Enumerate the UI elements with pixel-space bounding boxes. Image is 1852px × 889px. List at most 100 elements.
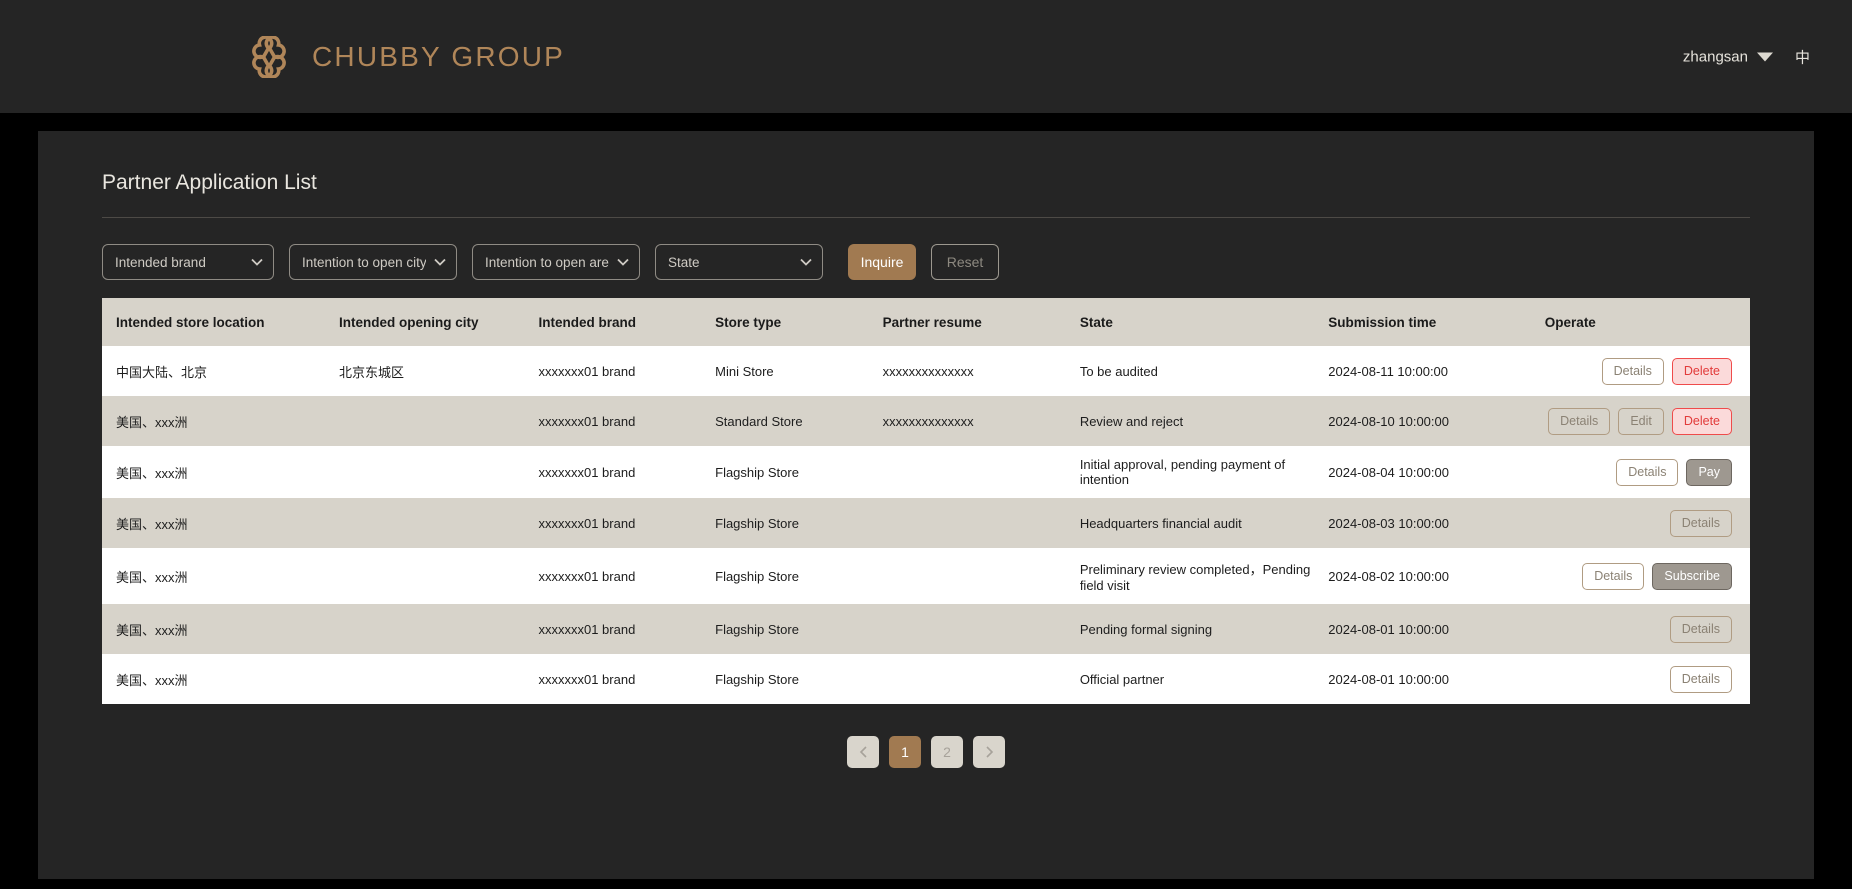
state-cell: Pending formal signing: [1079, 621, 1213, 637]
user-menu[interactable]: zhangsan: [1683, 48, 1773, 65]
top-navigation-bar: CHUBBY GROUP zhangsan 中: [0, 0, 1852, 113]
pagination-page-2[interactable]: 2: [931, 736, 963, 768]
column-header-submitted: Submission time: [1328, 298, 1545, 346]
filter-area-wrapper: Intention to open area: [472, 244, 640, 280]
filter-brand-wrapper: Intended brand: [102, 244, 274, 280]
edit-button[interactable]: Edit: [1618, 407, 1664, 435]
resume-cell: [883, 548, 1080, 604]
details-button[interactable]: Details: [1669, 509, 1732, 537]
brand-cell: xxxxxxx01 brand: [538, 464, 636, 480]
filter-area-select[interactable]: Intention to open area: [472, 244, 640, 280]
city-cell: [339, 604, 538, 654]
subscribe-button[interactable]: Subscribe: [1652, 562, 1732, 590]
city-cell: 北京东城区: [339, 364, 405, 380]
store-type-cell: Flagship Store: [715, 621, 799, 637]
resume-cell: [883, 654, 1080, 704]
location-cell: 中国大陆、北京: [116, 364, 208, 380]
inquire-button[interactable]: Inquire: [848, 244, 916, 280]
brand-logo-group[interactable]: CHUBBY GROUP: [248, 34, 566, 79]
city-cell: [339, 446, 538, 498]
details-button[interactable]: Details: [1582, 562, 1645, 590]
table-row: 美国、xxx洲 xxxxxxx01 brand Flagship Store Head…: [102, 498, 1750, 548]
chevron-right-icon: [985, 746, 993, 758]
details-button[interactable]: Details: [1601, 357, 1664, 385]
operate-cell: Details: [1545, 604, 1750, 654]
store-type-cell: Flagship Store: [715, 464, 799, 480]
partner-application-table: Intended store location Intended opening…: [102, 298, 1750, 704]
filter-brand-select[interactable]: Intended brand: [102, 244, 274, 280]
brand-cell: xxxxxxx01 brand: [538, 413, 636, 429]
action-button-group: Details Edit Delete: [1545, 407, 1742, 435]
details-button[interactable]: Details: [1669, 615, 1732, 643]
brand-cell: xxxxxxx01 brand: [538, 621, 636, 637]
language-toggle[interactable]: 中: [1795, 46, 1810, 67]
state-cell: Review and reject: [1079, 413, 1184, 429]
state-cell: Headquarters financial audit: [1079, 515, 1242, 531]
resume-cell: [883, 498, 1080, 548]
store-type-cell: Flagship Store: [715, 568, 799, 584]
table-row: 美国、xxx洲 xxxxxxx01 brand Flagship Store Prel…: [102, 548, 1750, 604]
delete-button[interactable]: Delete: [1671, 357, 1732, 385]
action-button-group: Details Delete: [1545, 357, 1742, 385]
table-body: 中国大陆、北京 北京东城区 xxxxxxx01 brand Mini Store xxx…: [102, 346, 1750, 704]
column-header-city: Intended opening city: [339, 298, 539, 346]
brand-cell: xxxxxxx01 brand: [538, 515, 636, 531]
column-header-operate: Operate: [1544, 298, 1750, 346]
resume-cell: xxxxxxxxxxxxxx: [882, 363, 974, 379]
city-cell: [339, 548, 538, 604]
operate-cell: Details Pay: [1545, 446, 1750, 498]
details-button[interactable]: Details: [1616, 458, 1679, 486]
page-background: Partner Application List Intended brand …: [0, 113, 1852, 889]
pagination: 12: [102, 736, 1750, 768]
filter-toolbar: Intended brand Intention to open city In…: [102, 244, 1750, 280]
action-button-group: Details Pay: [1545, 458, 1742, 486]
resume-cell: [883, 604, 1080, 654]
resume-cell: [883, 446, 1080, 498]
reset-button[interactable]: Reset: [931, 244, 999, 280]
table-row: 中国大陆、北京 北京东城区 xxxxxxx01 brand Mini Store xxx…: [102, 346, 1750, 396]
brand-name: CHUBBY GROUP: [312, 40, 566, 72]
details-button[interactable]: Details: [1548, 407, 1611, 435]
chevron-down-icon: [1756, 52, 1773, 61]
filter-city-select[interactable]: Intention to open city: [289, 244, 457, 280]
table-header: Intended store location Intended opening…: [102, 298, 1750, 346]
pagination-page-1[interactable]: 1: [889, 736, 921, 768]
operate-cell: Details Edit Delete: [1545, 396, 1750, 446]
location-cell: 美国、xxx洲: [116, 465, 188, 481]
submitted-cell: 2024-08-04 10:00:00: [1328, 464, 1449, 480]
column-header-location: Intended store location: [102, 298, 340, 346]
store-type-cell: Standard Store: [715, 413, 803, 429]
location-cell: 美国、xxx洲: [116, 622, 188, 638]
submitted-cell: 2024-08-10 10:00:00: [1328, 413, 1449, 429]
location-cell: 美国、xxx洲: [116, 569, 188, 585]
submitted-cell: 2024-08-01 10:00:00: [1328, 671, 1449, 687]
page-title: Partner Application List: [102, 171, 317, 194]
brand-cell: xxxxxxx01 brand: [538, 568, 636, 584]
submitted-cell: 2024-08-02 10:00:00: [1328, 568, 1449, 584]
pay-button[interactable]: Pay: [1686, 458, 1732, 486]
filter-state-select[interactable]: State: [655, 244, 823, 280]
location-cell: 美国、xxx洲: [116, 672, 188, 688]
submitted-cell: 2024-08-11 10:00:00: [1328, 363, 1449, 379]
delete-button[interactable]: Delete: [1671, 407, 1732, 435]
column-header-resume: Partner resume: [882, 298, 1080, 346]
pagination-next-button[interactable]: [973, 736, 1005, 768]
state-cell: Preliminary review completed，Pending fie…: [1079, 562, 1311, 593]
filter-state-wrapper: State: [655, 244, 823, 280]
action-button-group: Details Subscribe: [1545, 562, 1742, 590]
username-label: zhangsan: [1682, 48, 1748, 65]
title-divider: [102, 217, 1750, 218]
brand-cell: xxxxxxx01 brand: [538, 363, 636, 379]
state-cell: Initial approval, pending payment of int…: [1079, 457, 1286, 487]
table-header-row: Intended store location Intended opening…: [102, 298, 1750, 346]
city-cell: [339, 654, 538, 704]
resume-cell: xxxxxxxxxxxxxx: [882, 413, 974, 429]
column-header-brand: Intended brand: [538, 298, 716, 346]
table-row: 美国、xxx洲 xxxxxxx01 brand Flagship Store Offi…: [102, 654, 1750, 704]
store-type-cell: Flagship Store: [715, 671, 799, 687]
operate-cell: Details: [1545, 654, 1750, 704]
details-button[interactable]: Details: [1669, 665, 1732, 693]
store-type-cell: Flagship Store: [715, 515, 799, 531]
pagination-prev-button[interactable]: [847, 736, 879, 768]
state-cell: Official partner: [1079, 671, 1165, 687]
